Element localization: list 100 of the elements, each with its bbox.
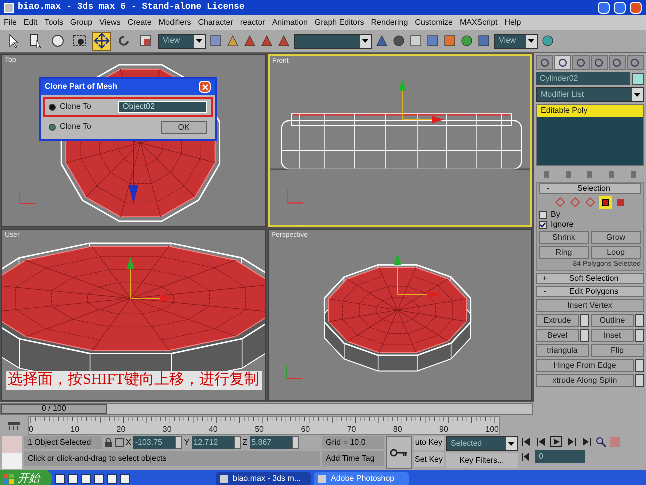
panel-tab[interactable]: [554, 55, 572, 70]
object-color-swatch[interactable]: [632, 72, 644, 84]
settings-button[interactable]: [635, 374, 644, 387]
stack-item[interactable]: Editable Poly: [537, 105, 643, 117]
close-icon: [202, 84, 208, 90]
selection-button[interactable]: Grow: [591, 231, 641, 244]
selection-button[interactable]: Loop: [591, 246, 641, 259]
set-key-button[interactable]: [386, 436, 412, 469]
key-mode-dropdown[interactable]: Selected: [446, 436, 518, 451]
panel-tab[interactable]: [608, 55, 626, 70]
panel-tab[interactable]: [626, 55, 644, 70]
taskbar-button[interactable]: Adobe Photoshop: [314, 472, 409, 485]
auto-key-button[interactable]: uto Key: [414, 436, 444, 450]
next-frame-icon[interactable]: [565, 436, 578, 448]
radio-button[interactable]: [49, 124, 56, 130]
menu-item[interactable]: MAXScript: [460, 18, 498, 26]
scale-icon: [138, 33, 154, 49]
selection-button[interactable]: Shrink: [539, 231, 589, 244]
polygon-tool-button[interactable]: Hinge From Edge: [536, 359, 634, 372]
radio-button[interactable]: [49, 104, 56, 110]
selection-set-dropdown[interactable]: [294, 34, 372, 48]
set-key-toggle[interactable]: Set Key: [414, 452, 444, 467]
polygon-tool-button[interactable]: Inset: [591, 329, 634, 342]
settings-button[interactable]: [580, 314, 589, 327]
rollout-header[interactable]: - Edit Polygons: [536, 286, 644, 297]
restore-button[interactable]: [614, 2, 626, 14]
polygon-tool-button[interactable]: xtrude Along Splin: [536, 374, 634, 387]
settings-button[interactable]: [635, 359, 644, 372]
panel-tab[interactable]: [590, 55, 608, 70]
color-swatch: [2, 436, 22, 452]
menu-item[interactable]: Tools: [44, 18, 64, 26]
frame-label: 0: [29, 426, 34, 434]
coordinate-field[interactable]: 5.867: [250, 436, 292, 449]
key-filters-button[interactable]: Key Filters...: [446, 453, 518, 468]
start-button[interactable]: 开始: [0, 470, 52, 485]
menu-item[interactable]: Modifiers: [158, 18, 192, 26]
modifier-list-dropdown[interactable]: Modifier List: [536, 87, 644, 102]
menu-item[interactable]: reactor: [240, 18, 266, 26]
ok-button[interactable]: OK: [161, 120, 207, 134]
panel-tab[interactable]: [572, 55, 590, 70]
go-to-start-icon[interactable]: [520, 436, 533, 448]
frame-label: 30: [162, 426, 172, 434]
close-button[interactable]: [630, 2, 642, 14]
selection-info: 1 Object Selected: [24, 436, 102, 449]
panel-tab[interactable]: [536, 55, 554, 70]
rollout-header[interactable]: - Selection: [539, 183, 641, 194]
absolute-mode-icon[interactable]: [115, 438, 124, 447]
polygon-tool-button[interactable]: Flip: [591, 344, 644, 357]
settings-button[interactable]: [580, 329, 589, 342]
menu-item[interactable]: Help: [504, 18, 522, 26]
settings-button[interactable]: [635, 329, 644, 342]
coordinate-field[interactable]: -103.75: [133, 436, 176, 449]
rollout-header[interactable]: + Soft Selection: [536, 273, 644, 284]
polygon-tool-button[interactable]: Outline: [591, 314, 634, 327]
menu-item[interactable]: Rendering: [371, 18, 408, 26]
close-button[interactable]: [199, 81, 211, 93]
menu-item[interactable]: Edit: [24, 18, 38, 26]
polygon-tool-button[interactable]: Extrude: [536, 314, 579, 327]
coordinate-field[interactable]: 12.712: [192, 436, 234, 449]
checkbox[interactable]: [539, 211, 547, 219]
circle-icon: [50, 33, 66, 49]
menu-item[interactable]: Character: [198, 18, 234, 26]
frame-label: 10: [70, 426, 80, 434]
time-slider-track[interactable]: 0 / 100: [0, 403, 533, 415]
menu-item[interactable]: Create: [128, 18, 152, 26]
frame-label: 100: [486, 426, 499, 434]
previous-frame-icon[interactable]: [535, 436, 548, 448]
axis-tripod-icon: [286, 190, 303, 204]
polygon-tool-button[interactable]: Insert Vertex: [536, 299, 644, 312]
coordinate-system-dropdown[interactable]: View: [158, 34, 206, 48]
object-name-field[interactable]: Object02: [118, 101, 207, 113]
zoom-icon[interactable]: [595, 436, 607, 448]
polygon-tool-button[interactable]: Bevel: [536, 329, 579, 342]
add-time-tag-button[interactable]: Add Time Tag: [322, 451, 384, 466]
subobject-level-icon[interactable]: [598, 196, 612, 209]
play-icon[interactable]: [550, 436, 563, 448]
windows-logo-icon: [4, 474, 14, 484]
trackbar-icon[interactable]: [7, 420, 21, 430]
option-label: Clone To: [60, 101, 92, 113]
object-name-field[interactable]: Cylinder02: [536, 72, 630, 85]
axis-label: Z: [242, 436, 248, 448]
menu-item[interactable]: Customize: [415, 18, 453, 26]
menu-item[interactable]: Animation: [272, 18, 308, 26]
selection-button[interactable]: Ring: [539, 246, 589, 259]
minimize-button[interactable]: [598, 2, 610, 14]
menu-item[interactable]: Group: [70, 18, 93, 26]
dialog-title: Clone Part of Mesh: [45, 81, 118, 93]
menu-item[interactable]: Graph Editors: [314, 18, 364, 26]
frame-field[interactable]: 0: [535, 450, 585, 463]
menu-item[interactable]: Views: [100, 18, 121, 26]
go-to-end-icon[interactable]: [580, 436, 593, 448]
menu-item[interactable]: File: [4, 18, 17, 26]
toolbar-button[interactable]: [92, 32, 111, 50]
spinner-icon[interactable]: [175, 436, 182, 449]
render-view-dropdown[interactable]: View: [494, 34, 538, 48]
polygon-tool-button[interactable]: triangula: [536, 344, 589, 357]
taskbar-button[interactable]: biao.max - 3ds m...: [216, 472, 311, 485]
time-slider-thumb[interactable]: 0 / 100: [1, 404, 108, 414]
settings-button[interactable]: [635, 314, 644, 327]
lock-icon[interactable]: [104, 438, 113, 448]
